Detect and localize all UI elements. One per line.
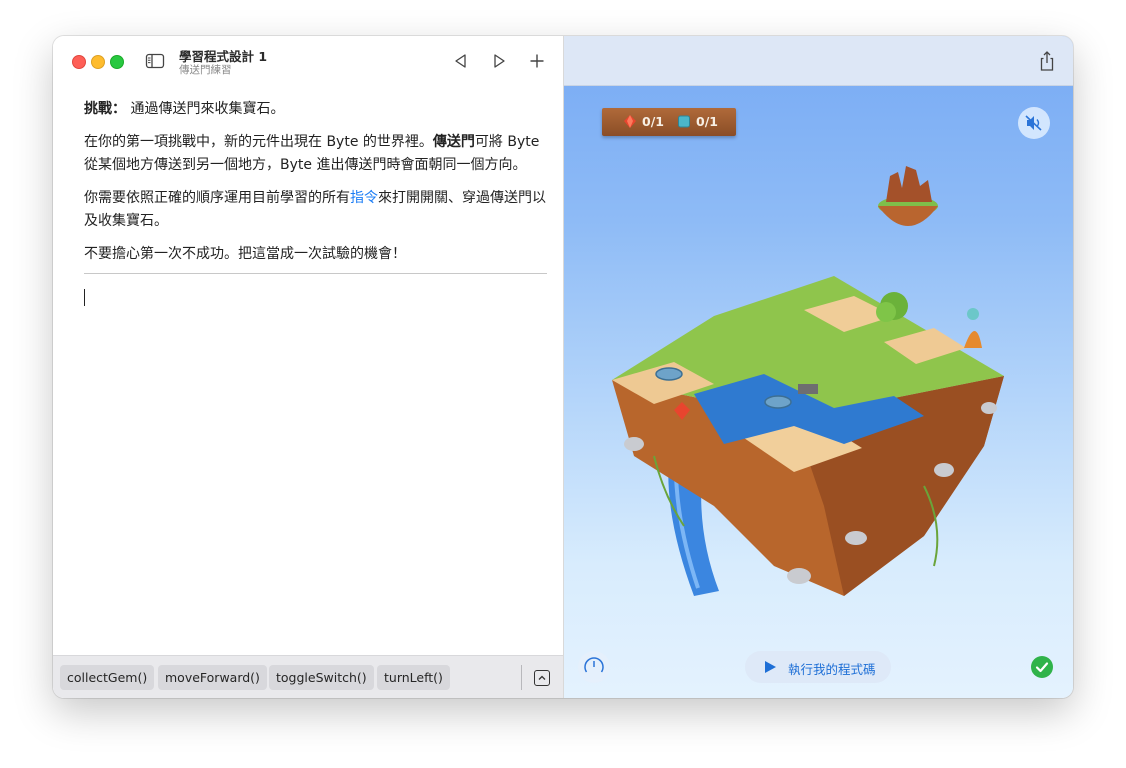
editor-pane: 學習程式設計 1 傳送門練習 挑戰： 通過傳送門來收集寶石。 在你的第一項挑戰中…	[53, 36, 564, 698]
main-island	[612, 276, 1004, 596]
checkmark-circle-icon[interactable]	[1031, 656, 1053, 678]
zoom-window-button[interactable]	[110, 55, 124, 69]
shortcut-collect-gem[interactable]: collectGem()	[60, 665, 155, 690]
share-icon[interactable]	[1037, 50, 1057, 72]
portal-term: 傳送門	[432, 134, 475, 150]
portal-text-a: 在你的第一項挑戰中，新的元件出現在 Byte 的世界裡。	[84, 134, 433, 150]
close-window-button[interactable]	[72, 55, 86, 69]
triangle-right-icon[interactable]	[489, 51, 509, 71]
minimize-window-button[interactable]	[91, 55, 105, 69]
speedometer-icon[interactable]	[578, 651, 610, 683]
play-icon	[764, 660, 777, 674]
commands-link[interactable]: 指令	[350, 190, 378, 206]
shortcut-toggle-switch[interactable]: toggleSwitch()	[269, 665, 374, 690]
plus-icon[interactable]	[527, 51, 547, 71]
challenge-paragraph: 挑戰： 通過傳送門來收集寶石。	[84, 98, 548, 121]
challenge-label: 挑戰：	[84, 101, 126, 117]
chevron-up-square-icon[interactable]	[534, 670, 550, 686]
run-code-label: 執行我的程式碼	[788, 662, 876, 677]
commands-text-a: 你需要依照正確的順序運用目前學習的所有	[84, 190, 350, 206]
shortcut-separator	[521, 665, 522, 690]
code-divider	[84, 273, 547, 274]
triangle-left-icon[interactable]	[451, 51, 471, 71]
shortcut-turn-left[interactable]: turnLeft()	[377, 665, 450, 690]
run-code-button[interactable]: 執行我的程式碼	[745, 651, 891, 683]
puzzle-world-scene	[612, 166, 1004, 596]
shortcut-move-forward[interactable]: moveForward()	[158, 665, 267, 690]
shortcut-bar: collectGem() moveForward() toggleSwitch(…	[53, 655, 563, 698]
page-subtitle: 傳送門練習	[179, 64, 232, 76]
app-window: 學習程式設計 1 傳送門練習 挑戰： 通過傳送門來收集寶石。 在你的第一項挑戰中…	[53, 36, 1073, 698]
portal-paragraph: 在你的第一項挑戰中，新的元件出現在 Byte 的世界裡。傳送門可將 Byte 從…	[84, 131, 548, 177]
instructions-text: 挑戰： 通過傳送門來收集寶石。 在你的第一項挑戰中，新的元件出現在 Byte 的…	[84, 98, 548, 276]
commands-paragraph: 你需要依照正確的順序運用目前學習的所有指令來打開開關、穿過傳送門以及收集寶石。	[84, 187, 548, 233]
live-view: 0/1 0/1 執行我的程式碼	[564, 36, 1073, 698]
floating-rock-island	[878, 166, 938, 226]
encourage-paragraph: 不要擔心第一次不成功。把這當成一次試驗的機會！	[84, 246, 406, 262]
challenge-text: 通過傳送門來收集寶石。	[130, 101, 285, 117]
sidebar-toggle-icon[interactable]	[145, 51, 165, 71]
title-bar: 學習程式設計 1 傳送門練習	[53, 36, 563, 86]
live-view-toolbar	[564, 36, 1073, 86]
code-editor-cursor[interactable]	[84, 289, 85, 306]
